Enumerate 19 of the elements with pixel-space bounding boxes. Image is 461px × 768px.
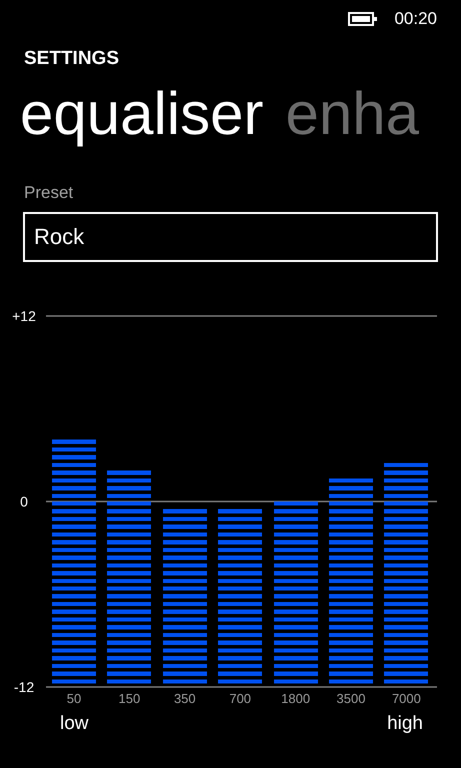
battery-icon [348,12,378,26]
band-frequency: 50 [66,690,82,706]
scale-label: +12 [12,308,36,324]
pivot-header[interactable]: equaliser [20,76,264,152]
scale-label: 0 [20,493,28,509]
band-frequency: 150 [118,690,140,706]
band-frequency: 3500 [336,690,366,706]
page-title: SETTINGS [23,49,120,68]
range-label: high [387,712,423,736]
band-frequency: 7000 [392,690,421,706]
clock-time: 00:20 [394,8,437,30]
range-label: low [60,712,89,736]
scale-label: -12 [14,678,34,694]
band-frequency: 350 [174,690,196,706]
preset-picker[interactable]: Rock [23,212,438,262]
band-frequency: 700 [229,690,252,706]
band-frequency: 1800 [281,690,310,706]
pivot-header[interactable]: enha [286,76,419,152]
preset-label: Preset [23,182,74,204]
